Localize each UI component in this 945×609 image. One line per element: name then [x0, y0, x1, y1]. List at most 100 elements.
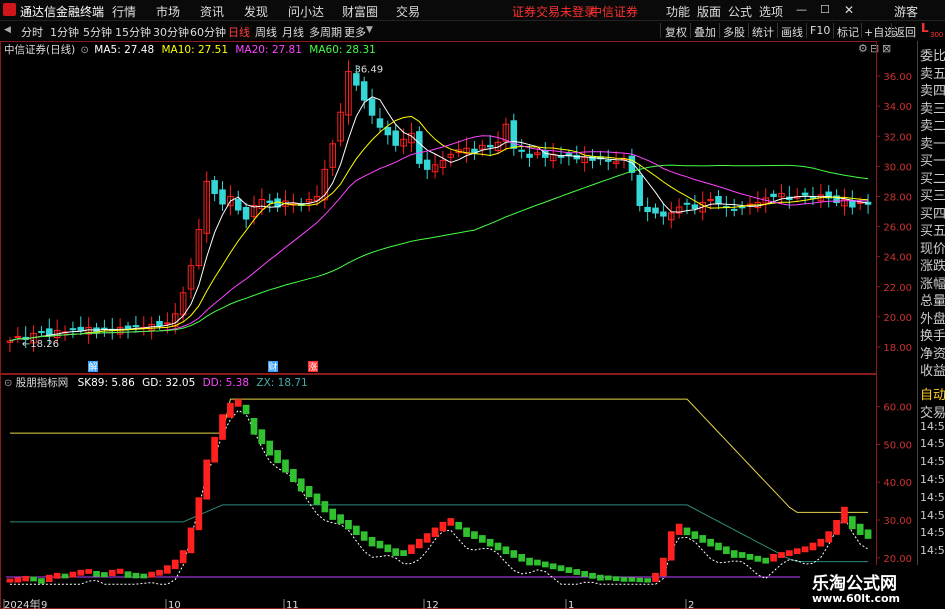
indicator-bar	[392, 548, 400, 556]
watermark-url: www.60lt.com	[812, 592, 901, 605]
app-logo-icon	[3, 3, 16, 16]
period-tab-5min[interactable]: 5分钟	[83, 24, 112, 40]
indicator-bar	[305, 486, 313, 498]
indicator-bar	[778, 552, 785, 558]
period-tab-month[interactable]: 月线	[282, 24, 304, 40]
indicator-bar	[486, 538, 494, 547]
btn-f10[interactable]: F10	[810, 24, 830, 37]
menu-item-trade[interactable]: 交易	[396, 3, 420, 20]
x-axis-label: 10	[168, 600, 181, 609]
sidebar-quote-label: 买四	[920, 206, 945, 222]
indicator-bar	[171, 559, 179, 570]
sidebar-quote-label: 收益	[920, 364, 945, 379]
indicator-bar	[809, 542, 817, 551]
indicator-bar	[14, 577, 22, 583]
indicator-bar	[53, 572, 61, 579]
menu-item-options[interactable]: 选项	[759, 3, 783, 20]
indicator-bar	[699, 535, 707, 543]
menu-item-quotes[interactable]: 行情	[112, 3, 136, 20]
period-tab-15min[interactable]: 15分钟	[115, 24, 151, 40]
low-price-label: ←18.26	[22, 339, 59, 350]
indicator-bar	[597, 574, 604, 581]
btn-mark[interactable]: 标记	[837, 24, 859, 40]
indicator-bar	[518, 554, 526, 562]
indicator-bar	[848, 516, 856, 530]
menu-item-layout[interactable]: 版面	[697, 3, 721, 20]
indicator-bar	[408, 544, 415, 554]
btn-multi-stock[interactable]: 多股	[723, 24, 745, 40]
period-tab-30min[interactable]: 30分钟	[153, 24, 189, 40]
indicator-bar	[793, 548, 801, 555]
candle-body	[101, 327, 108, 330]
candle-body	[660, 211, 667, 217]
btn-adjust[interactable]: 复权	[665, 24, 687, 40]
indicator-bar	[297, 478, 305, 492]
indicator-bar	[510, 550, 518, 558]
indicator-bar	[660, 557, 667, 577]
menu-item-discover[interactable]: 发现	[244, 3, 268, 20]
btn-overlay[interactable]: 叠加	[694, 24, 716, 40]
indicator-bar	[841, 506, 848, 524]
indicator-bar	[101, 572, 108, 578]
indicator-tick-label: 20.00	[883, 554, 912, 565]
candle-body	[392, 130, 399, 146]
period-tab-1min[interactable]: 1分钟	[50, 24, 79, 40]
more-chevron-icon[interactable]: ▼	[366, 25, 373, 35]
indicator-bar	[738, 552, 746, 558]
indicator-bar	[589, 572, 596, 579]
menu-item-market[interactable]: 市场	[156, 3, 180, 20]
login-status[interactable]: 证券交易未登录	[512, 3, 596, 20]
close-icon[interactable]: ✕	[844, 3, 854, 17]
indicator-tick-label: 60.00	[883, 403, 912, 414]
toolbar-collapse-icon[interactable]: ◀	[4, 25, 11, 35]
moving-average-line-ma60	[9, 164, 869, 342]
user-label[interactable]: 游客	[894, 3, 918, 20]
broker-name: 中信证券	[590, 5, 639, 19]
price-tick-label: 30.00	[883, 162, 912, 173]
indicator-bar	[384, 544, 392, 553]
trading-terminal: 通达信金融终端 行情 市场 资讯 发现 问小达 财富圈 交易 证券交易未登录 中…	[0, 0, 945, 609]
period-tab-60min[interactable]: 60分钟	[190, 24, 226, 40]
indicator-chart[interactable]: 20.0030.0040.0050.0060.002024年 9 10 11 12 1 2	[0, 374, 916, 609]
menu-item-assistant[interactable]: 问小达	[288, 3, 324, 20]
quote-sidebar: 委比 卖五 卖四 卖三 卖二 卖一 买一 买二 买三 买四 买五 现价 涨跌 涨幅 总量 外盘 换手 净资 收益 自…	[917, 41, 945, 609]
indicator-bar	[785, 550, 793, 557]
indicator-bar	[439, 521, 447, 532]
minimize-icon[interactable]: —	[796, 3, 807, 16]
maximize-icon[interactable]: ☐	[820, 3, 830, 16]
menu-item-wealth-circle[interactable]: 财富圈	[342, 3, 378, 20]
indicator-bar	[148, 571, 155, 578]
tick-time-label: 14:56	[920, 490, 945, 504]
candle-body	[38, 331, 45, 334]
price-tick-label: 22.00	[883, 283, 912, 294]
candle-body	[715, 195, 722, 205]
watermark-title: 乐淘公式网	[812, 574, 897, 594]
indicator-bar	[478, 535, 486, 543]
tick-time-label: 14:56	[920, 473, 945, 486]
period-tab-week[interactable]: 周线	[255, 24, 277, 40]
candle-body	[770, 193, 777, 197]
btn-draw-line[interactable]: 画线	[781, 24, 803, 40]
btn-statistics[interactable]: 统计	[752, 24, 774, 40]
indicator-bar	[352, 525, 360, 536]
sidebar-quote-label: 卖四	[920, 84, 945, 99]
indicator-bar	[45, 574, 53, 583]
tick-time-label: 14:56	[920, 508, 945, 522]
indicator-bar	[376, 540, 384, 549]
candlestick-chart[interactable]: 18.00 20.00 22.00 24.00 26.00 28.00 30.00 32.00…	[0, 41, 916, 374]
indicator-bar	[754, 555, 762, 562]
candle-body	[809, 196, 817, 199]
btn-back[interactable]: 返回	[894, 24, 916, 40]
menu-item-news[interactable]: 资讯	[200, 3, 224, 20]
indicator-bar	[856, 523, 864, 535]
indicator-bar	[691, 531, 699, 539]
menu-item-function[interactable]: 功能	[666, 3, 690, 20]
candle-body	[644, 206, 651, 213]
period-tab-more[interactable]: 更多	[344, 24, 366, 40]
indicator-bar	[762, 557, 770, 564]
price-tick-label: 34.00	[883, 102, 912, 113]
period-tab-day[interactable]: 日线	[228, 24, 250, 40]
period-tab-timeshare[interactable]: 分时	[21, 24, 43, 40]
menu-item-formula[interactable]: 公式	[728, 3, 752, 20]
period-tab-multi[interactable]: 多周期	[309, 24, 342, 40]
